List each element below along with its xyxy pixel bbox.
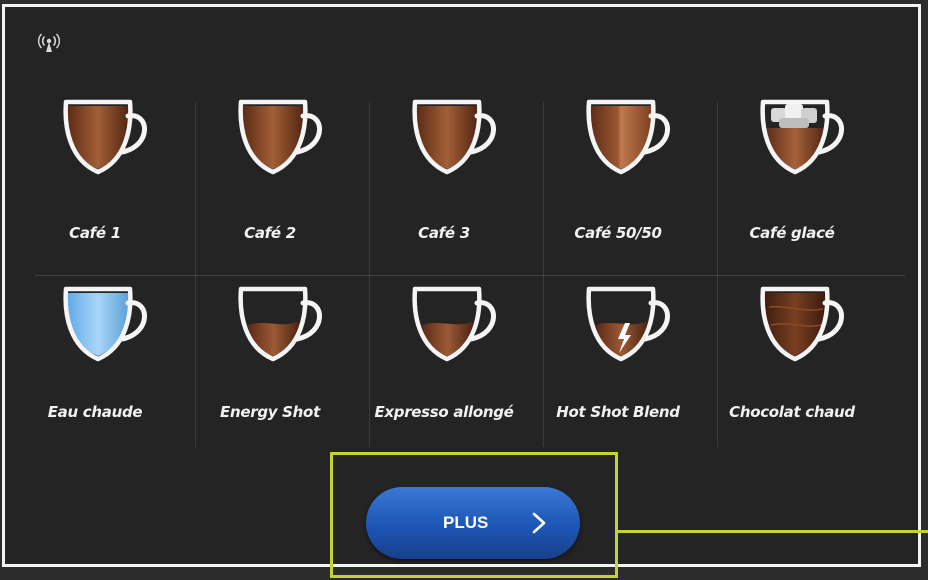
chocolate-cup-icon <box>760 286 844 362</box>
beverage-label: Café 2 <box>244 224 296 242</box>
iced-coffee-cup-icon <box>760 99 844 175</box>
plus-button-label: PLUS <box>443 513 489 532</box>
beverage-tile-cafe-2[interactable]: Café 2 <box>183 98 357 268</box>
plus-button[interactable]: PLUS <box>366 487 580 559</box>
beverage-label: Expresso allongé <box>374 403 514 421</box>
beverage-label: Café 1 <box>69 224 121 242</box>
beverage-label: Energy Shot <box>220 403 320 421</box>
beverage-label: Café glacé <box>749 224 835 242</box>
callout-line <box>617 530 928 533</box>
beverage-label: Chocolat chaud <box>729 403 855 421</box>
grid-divider <box>35 275 905 276</box>
beverage-label: Café 3 <box>418 224 470 242</box>
coffee-cup-icon <box>238 99 322 175</box>
beverage-tile-energy-shot[interactable]: Energy Shot <box>183 285 357 455</box>
beverage-tile-cafe-glace[interactable]: Café glacé <box>705 98 879 268</box>
beverage-tile-cafe-50-50[interactable]: Café 50/50 <box>531 98 705 268</box>
beverage-label: Café 50/50 <box>574 224 662 242</box>
coffee-cup-icon <box>412 99 496 175</box>
half-half-cup-icon <box>586 99 670 175</box>
beverage-label: Eau chaude <box>47 403 143 421</box>
wifi-signal-icon <box>37 33 61 52</box>
hot-shot-cup-icon <box>586 286 670 362</box>
beverage-tile-hot-shot-blend[interactable]: Hot Shot Blend <box>531 285 705 455</box>
chevron-right-icon <box>532 512 546 534</box>
beverage-tile-cafe-1[interactable]: Café 1 <box>8 98 182 268</box>
hot-water-cup-icon <box>63 286 147 362</box>
beverage-tile-chocolat-chaud[interactable]: Chocolat chaud <box>705 285 879 455</box>
energy-shot-cup-icon <box>238 286 322 362</box>
beverage-label: Hot Shot Blend <box>556 403 680 421</box>
beverage-tile-cafe-3[interactable]: Café 3 <box>357 98 531 268</box>
beverage-tile-expresso-allonge[interactable]: Expresso allongé <box>357 285 531 455</box>
beverage-tile-eau-chaude[interactable]: Eau chaude <box>8 285 182 455</box>
espresso-cup-icon <box>412 286 496 362</box>
coffee-cup-icon <box>63 99 147 175</box>
machine-touchscreen: Café 1 Café 2 Café 3 Café 50/50 Café glacé Ea… <box>2 4 921 567</box>
